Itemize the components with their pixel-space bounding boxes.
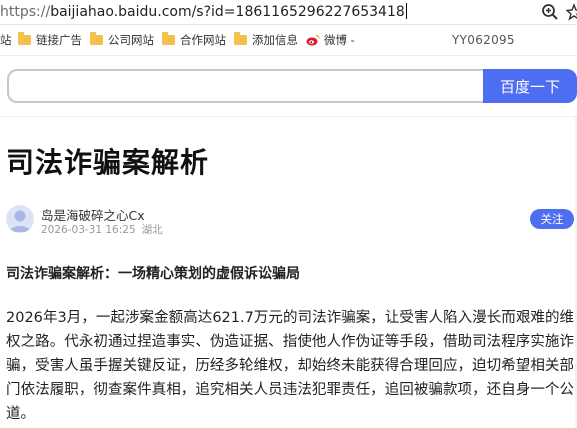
address-bar[interactable]: https://baijiahao.baidu.com/s?id=1861165… xyxy=(0,0,577,25)
follow-button[interactable]: 关注 xyxy=(530,209,574,229)
bookmark-item[interactable]: 公司网站 xyxy=(90,32,154,48)
article-subheading: 司法诈骗案解析：一场精心策划的虚假诉讼骗局 xyxy=(6,266,300,282)
search-input[interactable] xyxy=(7,69,501,103)
bookmark-label: 微博 - xyxy=(324,33,355,47)
bookmark-label: 添加信息 xyxy=(252,33,298,47)
bookmark-item[interactable]: 添加信息 xyxy=(234,32,298,48)
url-text[interactable]: https://baijiahao.baidu.com/s?id=1861165… xyxy=(0,2,407,22)
bookmark-label: 合作网站 xyxy=(180,33,226,47)
star-icon[interactable] xyxy=(566,3,577,21)
url-scheme: https:// xyxy=(0,4,51,20)
user-avatar-icon xyxy=(9,210,31,232)
user-id-label: YY062095 xyxy=(452,33,515,47)
bookmark-item[interactable]: 合作网站 xyxy=(162,32,226,48)
article-title: 司法诈骗案解析 xyxy=(6,146,210,179)
article-paragraph: 2026年3月，一起涉案金额高达621.7万元的司法诈骗案，让受害人陷入漫长而艰… xyxy=(6,310,574,422)
search-button[interactable]: 百度一下 xyxy=(483,69,577,103)
folder-icon xyxy=(162,32,175,45)
publish-date: 2026-03-31 16:25 xyxy=(41,224,136,236)
publish-location: 湖北 xyxy=(141,224,163,236)
bookmark-item[interactable]: 微博 - xyxy=(306,32,355,48)
folder-icon xyxy=(18,32,31,45)
zoom-in-icon[interactable] xyxy=(541,3,559,21)
folder-icon xyxy=(234,32,247,45)
article-meta: 2026-03-31 16:25 湖北 xyxy=(41,222,163,237)
bookmarks-bar: 站 链接广告 公司网站 合作网站 添加信息 微博 - YY062095 xyxy=(0,25,577,56)
bookmark-label: 站 xyxy=(0,33,12,47)
url-path: baijiahao.baidu.com/s?id=186116529622765… xyxy=(50,4,405,20)
divider xyxy=(0,116,577,117)
bookmark-item[interactable]: 站 xyxy=(0,32,12,48)
avatar[interactable] xyxy=(6,205,34,233)
bookmark-item[interactable]: 链接广告 xyxy=(18,32,82,48)
folder-icon xyxy=(90,32,103,45)
search-bar: 百度一下 xyxy=(7,69,577,103)
bookmark-label: 公司网站 xyxy=(108,33,154,47)
text-caret xyxy=(405,3,407,19)
weibo-icon xyxy=(306,34,320,46)
bookmark-label: 链接广告 xyxy=(36,33,82,47)
